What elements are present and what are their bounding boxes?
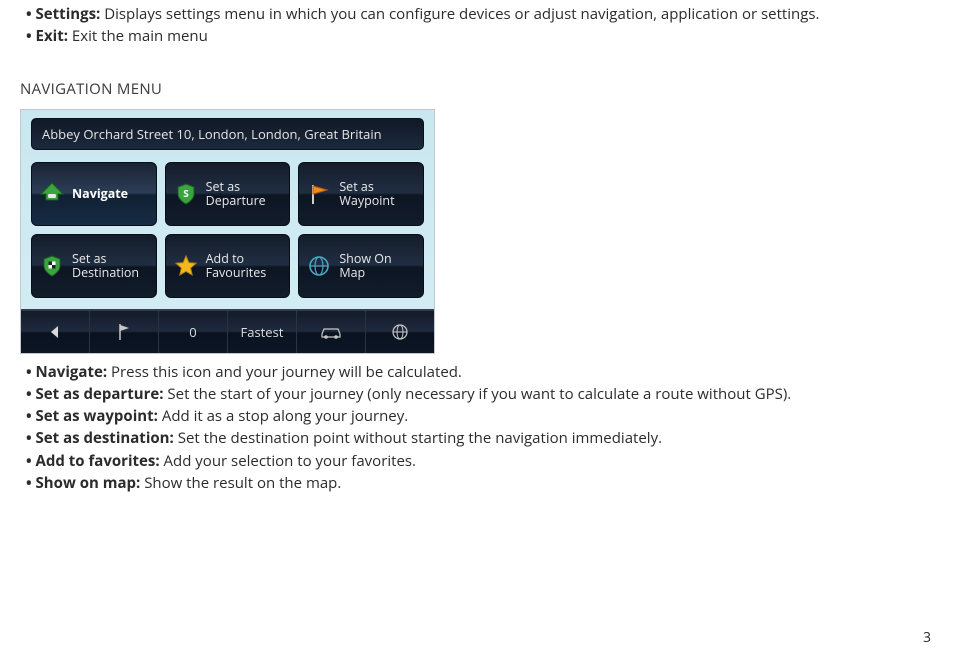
list-text: Set the start of your journey (only nece… [164,384,792,404]
list-item: Navigate: Press this icon and your journ… [26,362,933,382]
list-term: Add to favorites: [36,451,160,471]
btn-label-bot: Waypoint [339,194,394,207]
top-bullet-list: Settings: Displays settings menu in whic… [26,4,933,47]
waypoint-count[interactable]: 0 [159,311,228,353]
list-text: Add it as a stop along your journey. [158,406,408,426]
btn-label-bot: Map [339,266,391,279]
btn-label-bot: Destination [72,266,139,279]
list-text: Show the result on the map. [140,473,341,493]
globe-icon [391,323,409,341]
flag-icon [117,323,131,341]
list-item: Add to favorites: Add your selection to … [26,451,933,471]
set-as-departure-button[interactable]: S Set asDeparture [165,162,291,226]
navigate-button[interactable]: Navigate [31,162,157,226]
back-button[interactable] [21,311,90,353]
address-bar[interactable]: Abbey Orchard Street 10, London, London,… [31,118,424,150]
list-text: Displays settings menu in which you can … [100,4,819,24]
btn-label-bot: Favourites [206,266,267,279]
list-term: Set as departure: [36,384,164,404]
list-term: Navigate: [36,362,108,382]
add-to-favourites-button[interactable]: Add toFavourites [165,234,291,298]
list-text: Exit the main menu [68,26,208,46]
list-text: Set the destination point without starti… [174,428,662,448]
list-term: Settings: [36,4,101,24]
list-item: Set as waypoint: Add it as a stop along … [26,406,933,426]
nav-button-grid: Navigate S Set asDeparture Set asWaypoin… [31,162,424,298]
list-item: Settings: Displays settings menu in whic… [26,4,933,24]
list-text: Add your selection to your favorites. [160,451,416,471]
list-item: Set as destination: Set the destination … [26,428,933,448]
list-term: Exit: [36,26,68,46]
arrow-left-icon [48,325,62,339]
svg-text:S: S [183,186,189,200]
btn-label: Navigate [72,187,128,200]
star-icon [172,252,200,280]
route-mode[interactable]: Fastest [228,311,297,353]
set-as-destination-button[interactable]: Set asDestination [31,234,157,298]
list-term: Set as destination: [36,428,174,448]
show-on-map-button[interactable]: Show OnMap [298,234,424,298]
set-as-waypoint-button[interactable]: Set asWaypoint [298,162,424,226]
list-term: Set as waypoint: [36,406,158,426]
bottom-toolbar: 0 Fastest [21,309,434,353]
btn-label-bot: Departure [206,194,266,207]
car-icon [320,325,342,339]
section-heading: NAVIGATION MENU [20,79,933,99]
flag-indicator[interactable] [90,311,159,353]
waypoint-flag-icon [305,180,333,208]
list-item: Exit: Exit the main menu [26,26,933,46]
bottom-bullet-list: Navigate: Press this icon and your journ… [26,362,933,494]
departure-shield-icon: S [172,180,200,208]
globe-icon [305,252,333,280]
list-item: Set as departure: Set the start of your … [26,384,933,404]
page-number: 3 [923,628,931,647]
navigation-menu-screenshot: Abbey Orchard Street 10, London, London,… [20,109,435,354]
list-text: Press this icon and your journey will be… [107,362,462,382]
car-arrow-icon [38,180,66,208]
globe-button[interactable] [366,311,434,353]
address-text: Abbey Orchard Street 10, London, London,… [42,125,382,143]
destination-shield-icon [38,252,66,280]
list-item: Show on map: Show the result on the map. [26,473,933,493]
list-term: Show on map: [36,473,141,493]
vehicle-type[interactable] [297,311,366,353]
